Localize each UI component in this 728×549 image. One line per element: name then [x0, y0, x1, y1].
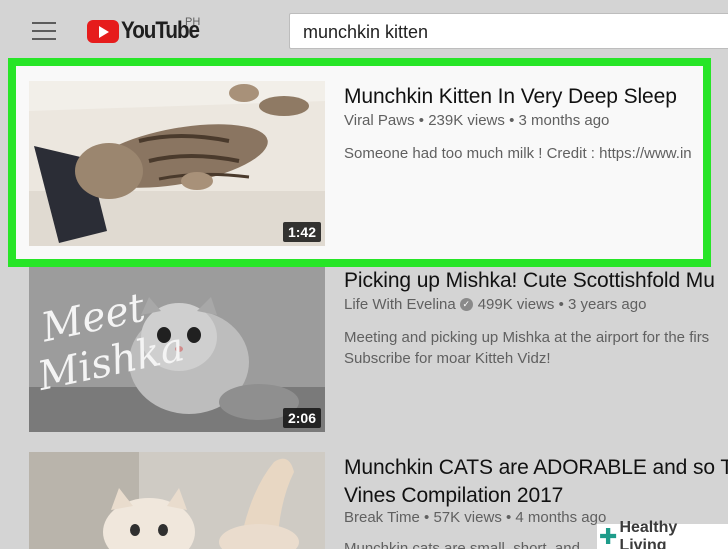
description-line: Someone had too much milk ! Credit : htt…	[344, 145, 692, 162]
healthy-living-watermark: ✚ Healthy Living	[597, 519, 728, 549]
video-title[interactable]: Munchkin CATS are ADORABLE and so T Vine…	[344, 454, 728, 510]
video-duration: 2:06	[282, 408, 321, 428]
sleeping-kitten-image	[29, 81, 325, 246]
plus-cross-icon: ✚	[599, 523, 618, 549]
view-count: 239K views	[428, 112, 505, 129]
video-description: Meeting and picking up Mishka at the air…	[344, 327, 709, 369]
upload-age: 3 months ago	[518, 112, 610, 129]
video-thumbnail[interactable]: 1:42	[29, 81, 325, 246]
channel-name[interactable]: Viral Paws	[344, 112, 415, 129]
meta-separator: •	[414, 112, 429, 129]
channel-name[interactable]: Life With Evelina	[344, 296, 456, 313]
meta-separator: •	[554, 296, 569, 313]
hamburger-menu-icon[interactable]	[32, 22, 56, 40]
logo-region-code: PH	[185, 16, 201, 28]
upload-age: 4 months ago	[515, 509, 607, 526]
view-count: 499K views	[477, 296, 555, 313]
title-line: Munchkin CATS are ADORABLE and so T	[344, 456, 728, 479]
video-thumbnail[interactable]	[29, 452, 325, 549]
search-input[interactable]: munchkin kitten	[289, 13, 728, 49]
video-duration: 1:42	[282, 222, 321, 242]
munchkin-cats-image	[29, 452, 325, 549]
view-count: 57K views	[433, 509, 502, 526]
description-line: Subscribe for moar Kitteh Vidz!	[344, 350, 551, 367]
video-meta: Break Time • 57K views • 4 months ago	[344, 509, 606, 526]
watermark-text: Healthy Living	[619, 518, 678, 549]
meta-separator: •	[419, 509, 434, 526]
meta-separator: •	[504, 112, 519, 129]
video-description: Someone had too much milk ! Credit : htt…	[344, 143, 692, 164]
video-meta: Life With Evelina ✓ 499K views • 3 years…	[344, 296, 646, 313]
meta-separator: •	[501, 509, 516, 526]
video-title[interactable]: Munchkin Kitten In Very Deep Sleep	[344, 85, 677, 109]
video-thumbnail[interactable]: Meet Mishka 2:06	[29, 267, 325, 432]
channel-name[interactable]: Break Time	[344, 509, 420, 526]
video-meta: Viral Paws • 239K views • 3 months ago	[344, 112, 609, 129]
title-line: Vines Compilation 2017	[344, 484, 564, 507]
video-title[interactable]: Picking up Mishka! Cute Scottishfold Mu	[344, 269, 715, 293]
upload-age: 3 years ago	[568, 296, 647, 313]
description-line: Meeting and picking up Mishka at the air…	[344, 329, 710, 346]
video-description: Munchkin cats are small, short, and	[344, 538, 580, 549]
youtube-play-icon	[87, 19, 119, 43]
description-line: Munchkin cats are small, short, and	[344, 540, 580, 549]
verified-check-icon: ✓	[459, 298, 473, 311]
